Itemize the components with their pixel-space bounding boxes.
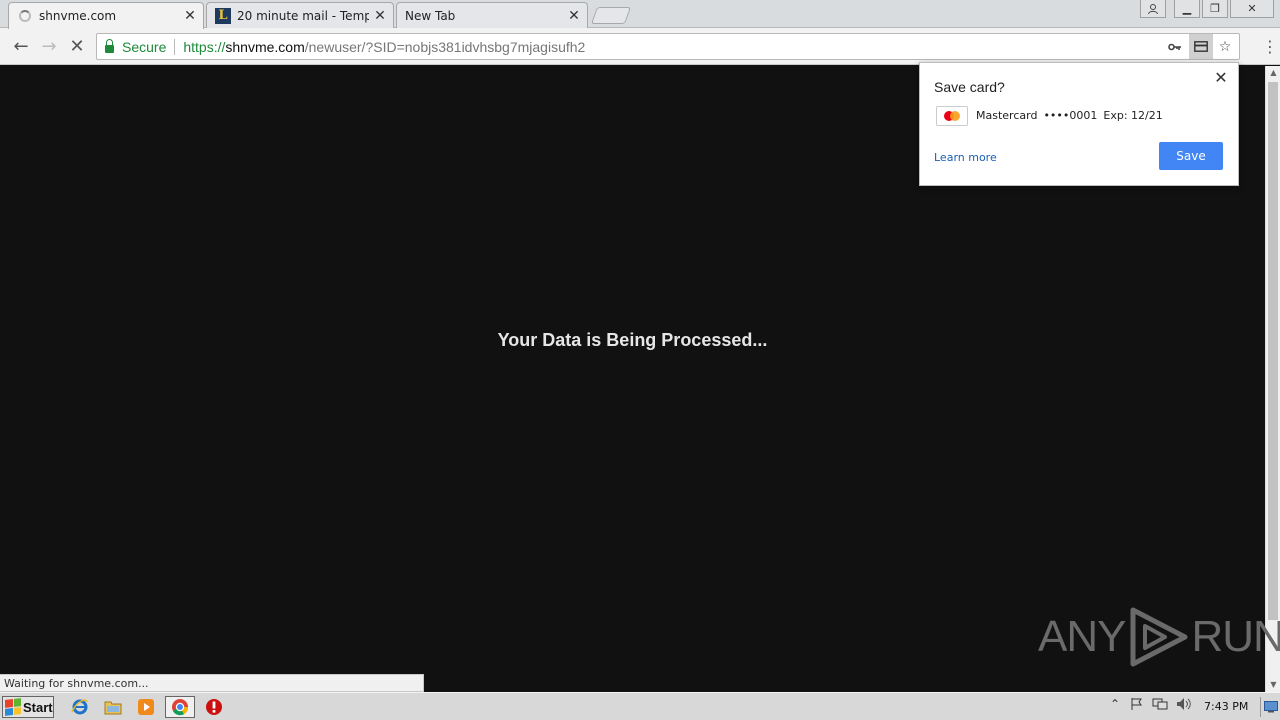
internet-explorer-icon[interactable] — [69, 697, 91, 717]
clock[interactable]: 7:43 PM — [1204, 700, 1248, 713]
watermark-play-icon — [1130, 607, 1188, 667]
mastercard-logo-icon — [936, 106, 968, 126]
action-center-flag-icon[interactable] — [1130, 697, 1144, 714]
tab-title: New Tab — [405, 8, 456, 23]
tab-close-icon[interactable]: ✕ — [183, 9, 197, 23]
anyrun-watermark: ANY RUN — [1038, 606, 1280, 668]
save-button[interactable]: Save — [1159, 142, 1223, 170]
tab-20-minute-mail[interactable]: L 20 minute mail - Temporary E ✕ — [206, 2, 394, 28]
twenty-minute-mail-favicon-icon: L — [215, 7, 231, 24]
status-bubble: Waiting for shnvme.com... — [0, 674, 424, 692]
credit-card-icon[interactable] — [1189, 34, 1213, 59]
windows-taskbar: Start ⌃ 7:43 PM — [0, 692, 1280, 720]
tab-shnvme[interactable]: shnvme.com ✕ — [8, 2, 204, 29]
browser-toolbar: ← → ✕ Secure https:// shnvme.com /newuse… — [0, 28, 1280, 65]
start-label: Start — [23, 699, 53, 715]
start-button[interactable]: Start — [2, 696, 54, 718]
bookmark-star-icon[interactable]: ☆ — [1213, 34, 1237, 59]
tab-new-tab[interactable]: New Tab ✕ — [396, 2, 588, 28]
chrome-taskbar-icon[interactable] — [165, 696, 195, 718]
scroll-thumb[interactable] — [1268, 82, 1278, 620]
file-explorer-icon[interactable] — [102, 697, 124, 717]
tab-strip: shnvme.com ✕ L 20 minute mail - Temporar… — [0, 0, 1280, 29]
key-icon[interactable] — [1163, 34, 1187, 59]
windows-logo-icon — [5, 698, 21, 716]
omnibox-divider — [174, 38, 176, 55]
chrome-menu-icon[interactable]: ⋮ — [1262, 38, 1278, 56]
window-controls: ▁ ❐ ✕ — [1140, 0, 1274, 18]
loading-spinner-icon — [19, 10, 31, 22]
tab-title: 20 minute mail - Temporary E — [237, 8, 369, 23]
url-path: /newuser/?SID=nobjs381idvhsbg7mjagisufh2 — [304, 38, 586, 55]
restore-icon[interactable]: ❐ — [1202, 0, 1228, 18]
vertical-scrollbar[interactable]: ▲ ▼ — [1265, 66, 1280, 692]
card-expiry: Exp: 12/21 — [1103, 109, 1163, 122]
card-details: Mastercard ••••0001 Exp: 12/21 — [976, 109, 1163, 122]
opera-stop-icon[interactable] — [203, 697, 225, 717]
tab-title: shnvme.com — [39, 9, 117, 23]
secure-label: Secure — [122, 38, 167, 55]
save-card-bubble: Save card? ✕ Mastercard ••••0001 Exp: 12… — [919, 62, 1239, 186]
save-card-title: Save card? — [934, 79, 1005, 95]
learn-more-link[interactable]: Learn more — [934, 151, 997, 164]
watermark-left-text: ANY — [1038, 612, 1126, 661]
watermark-right-text: RUN — [1191, 612, 1280, 661]
media-player-icon[interactable] — [135, 697, 157, 717]
minimize-icon[interactable]: ▁ — [1174, 0, 1200, 18]
url-scheme: https:// — [183, 38, 226, 55]
show-desktop-button[interactable] — [1260, 697, 1278, 717]
tab-close-icon[interactable]: ✕ — [567, 9, 581, 23]
close-icon[interactable]: ✕ — [1212, 69, 1230, 87]
card-number: ••••0001 — [1043, 109, 1098, 122]
stop-loading-icon[interactable]: ✕ — [64, 34, 90, 60]
processing-message: Your Data is Being Processed... — [497, 330, 768, 350]
network-icon[interactable] — [1152, 697, 1168, 714]
card-brand: Mastercard — [976, 109, 1038, 122]
scroll-up-arrow-icon[interactable]: ▲ — [1266, 66, 1280, 80]
back-icon[interactable]: ← — [8, 34, 34, 60]
new-tab-button[interactable] — [590, 7, 632, 24]
scroll-down-arrow-icon[interactable]: ▼ — [1266, 678, 1280, 692]
tab-close-icon[interactable]: ✕ — [373, 9, 387, 23]
forward-icon[interactable]: → — [36, 34, 62, 60]
show-hidden-icons-icon[interactable]: ⌃ — [1110, 697, 1120, 711]
profile-icon[interactable] — [1140, 0, 1166, 18]
address-bar[interactable]: Secure https:// shnvme.com /newuser/?SID… — [96, 33, 1240, 60]
lock-icon — [105, 38, 114, 53]
close-window-icon[interactable]: ✕ — [1230, 0, 1274, 18]
url-host: shnvme.com — [225, 38, 305, 55]
volume-icon[interactable] — [1176, 697, 1192, 714]
